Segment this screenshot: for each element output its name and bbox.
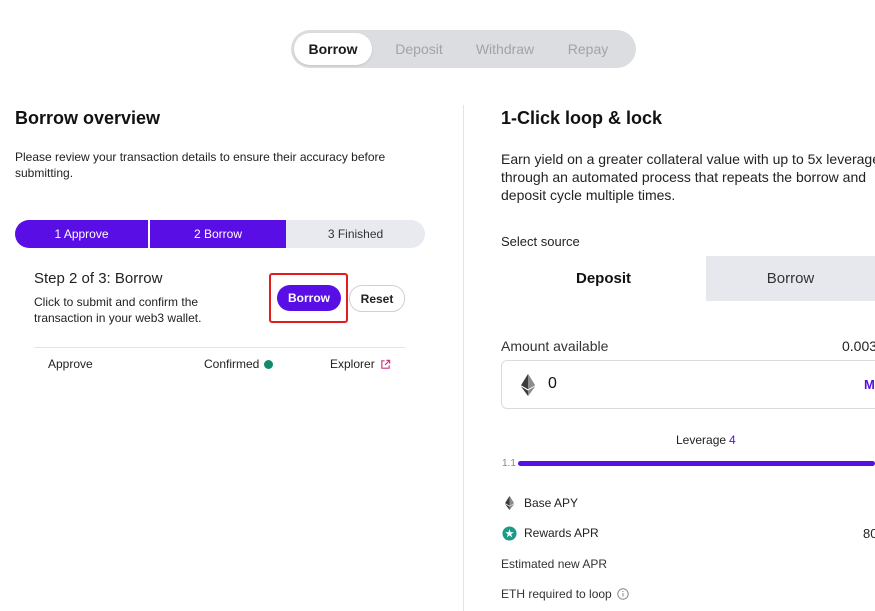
description-line: through an automated process that repeat… — [501, 169, 867, 185]
borrow-button[interactable]: Borrow — [277, 285, 341, 311]
info-icon[interactable] — [617, 588, 629, 600]
tx-status-label: Confirmed — [204, 357, 260, 371]
reset-button[interactable]: Reset — [349, 285, 405, 312]
step-description: Click to submit and confirm the transact… — [34, 295, 202, 325]
base-apy-row: Base APY — [501, 495, 578, 511]
eth-required-row: ETH required to loop — [501, 587, 629, 601]
loop-lock-description: Earn yield on a greater collateral value… — [501, 150, 875, 204]
description-line: deposit cycle multiple times. — [501, 187, 676, 203]
explorer-link[interactable]: Explorer — [330, 357, 391, 371]
ethereum-icon — [501, 495, 517, 511]
rewards-apr-row: Rewards APR — [501, 525, 599, 541]
leverage-label: Leverage 4 — [676, 433, 736, 447]
leverage-slider[interactable] — [518, 461, 875, 466]
status-dot-icon — [264, 359, 274, 369]
max-button[interactable]: M — [864, 377, 875, 392]
base-apy-label: Base APY — [524, 496, 579, 510]
step-borrow: 2 Borrow — [150, 220, 286, 248]
step-approve: 1 Approve — [15, 220, 150, 248]
select-source-label: Select source — [501, 234, 580, 249]
tx-row-divider — [34, 347, 405, 348]
amount-available-value: 0.003 — [842, 338, 875, 354]
tab-deposit[interactable]: Deposit — [372, 33, 466, 65]
tx-name: Approve — [48, 357, 93, 371]
amount-input[interactable] — [548, 373, 748, 395]
leverage-label-text: Leverage — [676, 433, 727, 447]
amount-available-label: Amount available — [501, 338, 609, 354]
external-link-icon — [380, 359, 391, 370]
step-finished: 3 Finished — [327, 227, 384, 241]
tab-repay[interactable]: Repay — [544, 33, 632, 65]
tab-withdraw[interactable]: Withdraw — [466, 33, 544, 65]
rewards-star-icon — [501, 525, 517, 541]
explorer-link-label: Explorer — [330, 357, 375, 371]
action-tabs: Borrow Deposit Withdraw Repay — [291, 30, 636, 68]
eth-required-label: ETH required to loop — [501, 587, 612, 601]
leverage-value: 4 — [729, 433, 736, 447]
source-tab-borrow[interactable]: Borrow — [706, 256, 875, 301]
estimated-apr-label: Estimated new APR — [501, 557, 608, 571]
description-line: Earn yield on a greater collateral value… — [501, 151, 875, 167]
loop-lock-title: 1-Click loop & lock — [501, 108, 663, 128]
panel-divider — [463, 105, 464, 611]
source-tabs: Deposit Borrow — [501, 256, 875, 301]
progress-stepper: 1 Approve 2 Borrow 3 Finished — [15, 220, 425, 248]
borrow-overview-description: Please review your transaction details t… — [15, 150, 386, 180]
borrow-overview-title: Borrow overview — [15, 108, 161, 128]
leverage-slider-min: 1.1 — [502, 458, 516, 469]
ethereum-icon — [521, 374, 535, 401]
rewards-apr-value: 80 — [863, 526, 875, 541]
step-title: Step 2 of 3: Borrow — [34, 270, 163, 287]
source-tab-deposit[interactable]: Deposit — [501, 256, 706, 301]
tab-borrow[interactable]: Borrow — [294, 33, 372, 65]
rewards-apr-label: Rewards APR — [524, 526, 599, 540]
tx-status: Confirmed — [204, 357, 274, 371]
